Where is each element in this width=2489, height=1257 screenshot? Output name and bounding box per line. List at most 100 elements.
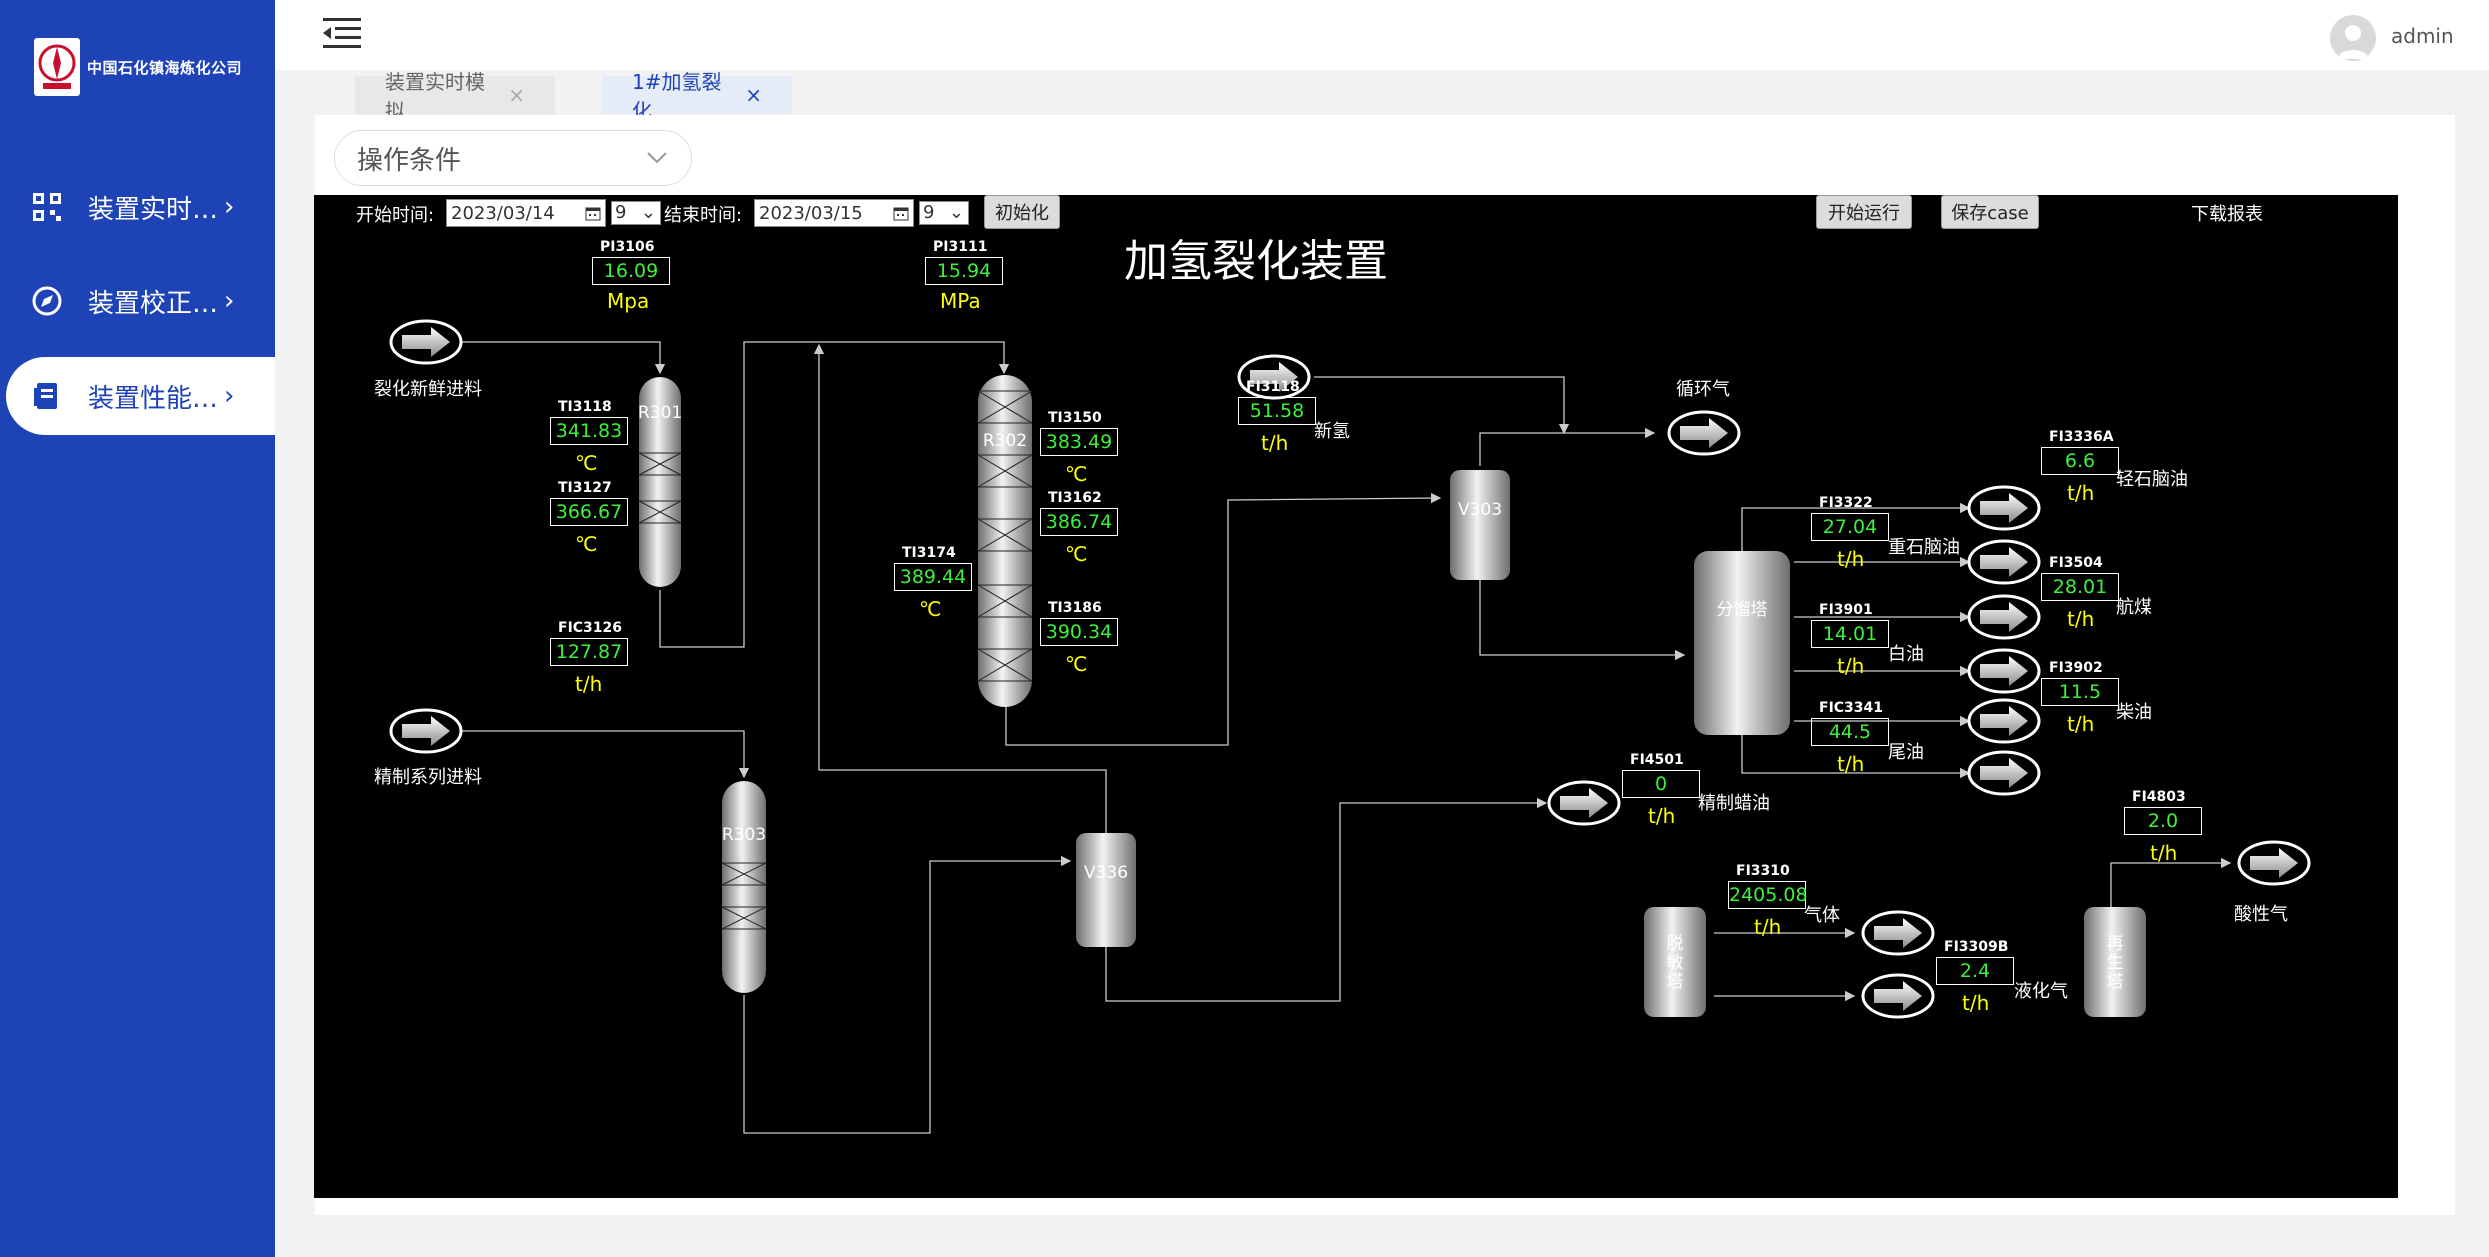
pi3111-value[interactable]: 15.94 xyxy=(925,257,1003,285)
sidebar-item-realtime[interactable]: 装置实时… › xyxy=(6,168,275,246)
fi4803-value[interactable]: 2.0 xyxy=(2124,807,2202,835)
chevron-down-icon: ⌄ xyxy=(640,202,656,223)
ti3162-tag: TI3162 xyxy=(1048,490,1102,506)
start-hour-value: 9 xyxy=(615,202,627,223)
lpg-arrow-icon xyxy=(1861,973,1935,1019)
sidebar: 中国石化镇海炼化公司 装置实时… › 装置校正… › 装置性能… › xyxy=(0,0,275,1257)
pi3106-value[interactable]: 16.09 xyxy=(592,257,670,285)
tab-hydrocracking[interactable]: 1#加氢裂化 × xyxy=(602,70,792,123)
ti3162-value[interactable]: 386.74 xyxy=(1040,508,1118,536)
start-hour-select[interactable]: 9 ⌄ xyxy=(611,201,661,225)
fi3504-unit: t/h xyxy=(2067,607,2095,631)
fi3902-value[interactable]: 11.5 xyxy=(2041,678,2119,706)
fi3336a-tag: FI3336A xyxy=(2049,429,2114,445)
fi3309b-tag: FI3309B xyxy=(1944,939,2009,955)
save-case-button[interactable]: 保存case xyxy=(1941,195,2039,229)
calendar-icon xyxy=(893,205,909,226)
tail-oil-label: 尾油 xyxy=(1888,742,1924,763)
output-arrow-icon xyxy=(1967,485,2041,531)
pi3106-unit: Mpa xyxy=(607,289,650,313)
output-arrow-icon xyxy=(1967,698,2041,744)
start-date-value: 2023/03/14 xyxy=(451,203,555,224)
sidebar-item-label: 装置性能… xyxy=(88,383,219,414)
r303-label: R303 xyxy=(721,825,767,845)
diesel-label: 柴油 xyxy=(2116,702,2152,723)
init-button[interactable]: 初始化 xyxy=(984,195,1060,229)
ti3118-value[interactable]: 341.83 xyxy=(550,417,628,445)
end-hour-select[interactable]: 9 ⌄ xyxy=(919,201,969,225)
sidebar-item-label: 装置校正… xyxy=(88,288,219,319)
fi3336a-unit: t/h xyxy=(2067,481,2095,505)
fi3901-value[interactable]: 14.01 xyxy=(1811,620,1889,648)
username[interactable]: admin xyxy=(2391,24,2454,48)
start-date-input[interactable]: 2023/03/14 xyxy=(446,199,606,227)
fi3118-value[interactable]: 51.58 xyxy=(1238,397,1316,425)
fic3341-tag: FIC3341 xyxy=(1819,700,1884,716)
fic3126-tag: FIC3126 xyxy=(558,620,623,636)
fi3118-tag: FI3118 xyxy=(1246,379,1300,395)
start-time-label: 开始时间: xyxy=(356,205,435,226)
close-icon[interactable]: × xyxy=(508,83,525,107)
end-date-input[interactable]: 2023/03/15 xyxy=(754,199,914,227)
fi4501-unit: t/h xyxy=(1648,804,1676,828)
vessel-v303 xyxy=(1450,470,1510,580)
ti3186-tag: TI3186 xyxy=(1048,600,1102,616)
recycle-arrow-icon xyxy=(1667,410,1741,456)
condition-select[interactable]: 操作条件 xyxy=(334,130,692,186)
output-arrow-icon xyxy=(1967,648,2041,694)
compass-icon xyxy=(30,284,64,318)
fic3341-value[interactable]: 44.5 xyxy=(1811,718,1889,746)
ti3150-value[interactable]: 383.49 xyxy=(1040,428,1118,456)
feed-arrow-icon xyxy=(389,708,463,754)
fi4803-tag: FI4803 xyxy=(2132,789,2186,805)
process-diagram: 开始时间: 2023/03/14 9 ⌄ 结束时间: 2023/03/15 9 … xyxy=(314,195,2398,1198)
feed1-label: 裂化新鲜进料 xyxy=(374,379,482,400)
fi3901-tag: FI3901 xyxy=(1819,602,1873,618)
menu-toggle-icon[interactable] xyxy=(323,16,361,54)
fi3310-value[interactable]: 2405.08 xyxy=(1728,881,1808,909)
qrcode-icon xyxy=(30,190,64,224)
fractionator-label: 分馏塔 xyxy=(1716,600,1768,620)
r301-label: R301 xyxy=(638,403,683,423)
ti3127-tag: TI3127 xyxy=(558,480,612,496)
ti3118-tag: TI3118 xyxy=(558,399,612,415)
heavy-naphtha-label: 重石脑油 xyxy=(1888,537,1960,558)
feed-arrow-icon xyxy=(389,319,463,365)
start-run-button[interactable]: 开始运行 xyxy=(1816,195,1912,229)
r302-label: R302 xyxy=(982,431,1028,451)
chevron-right-icon: › xyxy=(224,286,235,316)
sidebar-item-calibration[interactable]: 装置校正… › xyxy=(6,262,275,340)
fi4501-tag: FI4501 xyxy=(1630,752,1684,768)
ti3162-unit: ℃ xyxy=(1065,542,1088,566)
fi3901-unit: t/h xyxy=(1837,654,1865,678)
tab-realtime-simulation[interactable]: 装置实时模拟 × xyxy=(355,70,555,123)
ti3127-value[interactable]: 366.67 xyxy=(550,498,628,526)
ti3186-value[interactable]: 390.34 xyxy=(1040,618,1118,646)
wax-arrow-icon xyxy=(1547,780,1621,826)
company-name: 中国石化镇海炼化公司 xyxy=(87,58,243,77)
fi3322-unit: t/h xyxy=(1837,547,1865,571)
download-report-link[interactable]: 下载报表 xyxy=(2191,200,2263,226)
chevron-right-icon: › xyxy=(224,192,235,222)
close-icon[interactable]: × xyxy=(745,83,762,107)
pi3106-tag: PI3106 xyxy=(600,239,655,255)
fi3322-value[interactable]: 27.04 xyxy=(1811,513,1889,541)
fic3341-unit: t/h xyxy=(1837,752,1865,776)
ti3127-unit: ℃ xyxy=(575,532,598,556)
fi4501-value[interactable]: 0 xyxy=(1622,770,1700,798)
fi3504-value[interactable]: 28.01 xyxy=(2041,573,2119,601)
avatar[interactable] xyxy=(2330,15,2376,61)
ti3150-unit: ℃ xyxy=(1065,462,1088,486)
sidebar-item-performance[interactable]: 装置性能… › xyxy=(6,357,275,435)
fi3309b-value[interactable]: 2.4 xyxy=(1936,957,2014,985)
fi3336a-value[interactable]: 6.6 xyxy=(2041,447,2119,475)
chevron-down-icon xyxy=(645,145,669,176)
ti3174-value[interactable]: 389.44 xyxy=(894,563,972,591)
end-time-label: 结束时间: xyxy=(664,205,743,226)
fic3126-value[interactable]: 127.87 xyxy=(550,638,628,666)
chevron-right-icon: › xyxy=(224,381,235,411)
ti3174-unit: ℃ xyxy=(919,597,942,621)
fi3322-tag: FI3322 xyxy=(1819,495,1873,511)
v303-label: V303 xyxy=(1457,500,1503,520)
end-date-value: 2023/03/15 xyxy=(759,203,863,224)
